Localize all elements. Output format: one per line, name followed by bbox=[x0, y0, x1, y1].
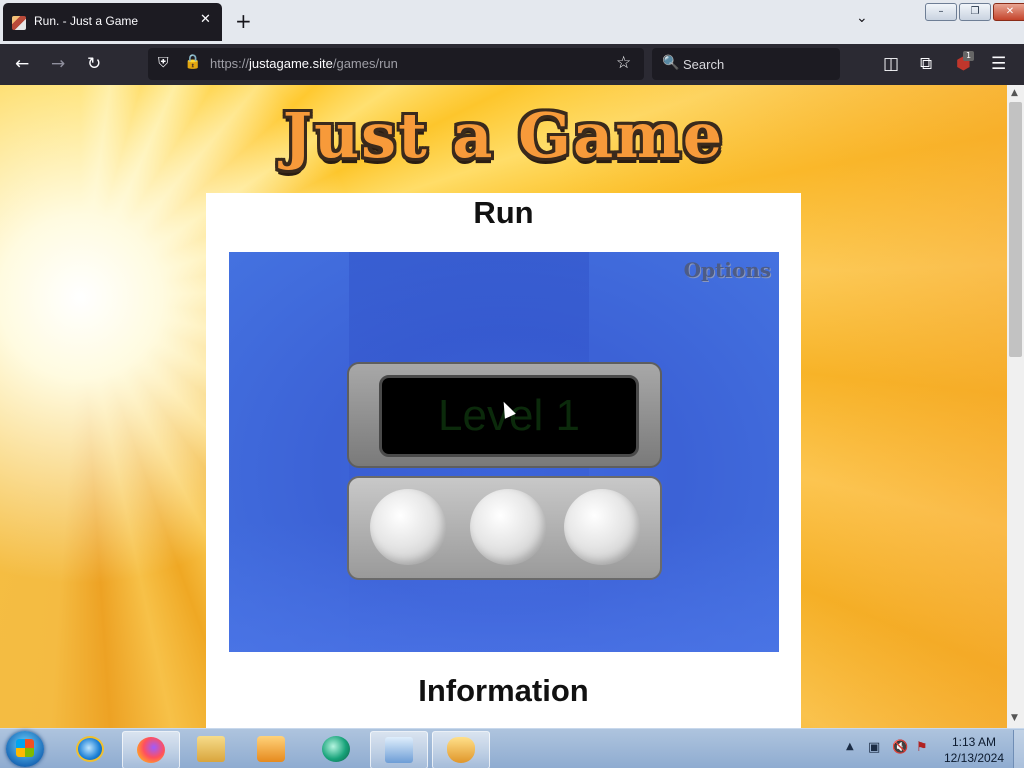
scroll-up-arrow-icon[interactable]: ▲ bbox=[1011, 88, 1018, 98]
search-icon: 🔍 bbox=[662, 55, 680, 71]
level-screen: Level 1 bbox=[379, 375, 639, 457]
page-viewport: Just a Game Run Options Level 1 Informat… bbox=[0, 85, 1007, 728]
control-panel-icon bbox=[385, 737, 413, 763]
start-light bbox=[370, 489, 446, 565]
url-path: /games/run bbox=[332, 56, 398, 71]
list-tabs-chevron-icon[interactable]: ⌄ bbox=[856, 10, 868, 26]
game-canvas[interactable]: Options Level 1 bbox=[229, 252, 779, 652]
new-tab-button[interactable]: + bbox=[235, 9, 252, 33]
url-host: justagame.site bbox=[249, 56, 333, 71]
windows-logo-icon bbox=[16, 739, 34, 757]
tab-bar: Run. - Just a Game ✕ + ⌄ – ❐ ✕ bbox=[0, 0, 1024, 44]
search-input[interactable]: 🔍 Search bbox=[652, 48, 840, 80]
screen: Run. - Just a Game ✕ + ⌄ – ❐ ✕ ← → ↻ ⛨ 🔒… bbox=[0, 0, 1024, 768]
url-scheme: https:// bbox=[210, 56, 250, 71]
taskbar-app-teal[interactable] bbox=[308, 731, 364, 767]
site-favicon-icon bbox=[12, 16, 26, 30]
window-controls: – ❐ ✕ bbox=[925, 3, 1024, 21]
pocket-icon[interactable]: ◫ bbox=[883, 54, 899, 74]
taskbar: ▲ ▣ 🔇 ⚑ 1:13 AM 12/13/2024 bbox=[0, 728, 1024, 768]
taskbar-media-player[interactable] bbox=[243, 731, 299, 767]
taskbar-control-panel[interactable] bbox=[370, 731, 428, 768]
navigation-toolbar: ← → ↻ ⛨ 🔒 https://justagame.site/games/r… bbox=[0, 44, 1024, 85]
shield-app-icon bbox=[447, 737, 475, 763]
bookmark-star-icon[interactable]: ☆ bbox=[616, 53, 631, 73]
back-arrow-icon[interactable]: ← bbox=[15, 54, 29, 74]
tracking-protection-shield-icon[interactable]: ⛨ bbox=[158, 55, 169, 71]
internet-explorer-icon bbox=[76, 736, 104, 762]
volume-muted-icon[interactable]: 🔇 bbox=[892, 740, 908, 755]
taskbar-file-explorer[interactable] bbox=[183, 731, 239, 767]
reload-icon[interactable]: ↻ bbox=[87, 54, 101, 74]
scrollbar-thumb[interactable] bbox=[1009, 102, 1022, 357]
network-icon[interactable]: ▣ bbox=[868, 740, 880, 755]
page-title: Run bbox=[473, 195, 534, 230]
clock-date: 12/13/2024 bbox=[943, 751, 1005, 765]
folder-icon bbox=[197, 736, 225, 762]
show-desktop-button[interactable] bbox=[1013, 730, 1024, 768]
forward-arrow-icon[interactable]: → bbox=[51, 54, 65, 74]
start-light bbox=[564, 489, 640, 565]
action-center-flag-icon[interactable]: ⚑ bbox=[916, 740, 928, 755]
lock-icon[interactable]: 🔒 bbox=[184, 54, 201, 70]
taskbar-firefox[interactable] bbox=[122, 731, 180, 768]
logo-text: Just a Game bbox=[282, 99, 725, 172]
information-heading: Information bbox=[418, 673, 589, 708]
ublock-count-badge: 1 bbox=[963, 51, 974, 61]
content-panel: Run Options Level 1 Information bbox=[206, 193, 801, 728]
close-window-button[interactable]: ✕ bbox=[993, 3, 1024, 21]
page-scrollbar[interactable]: ▲ ▼ bbox=[1007, 85, 1024, 728]
taskbar-internet-explorer[interactable] bbox=[62, 731, 118, 767]
system-clock[interactable]: 1:13 AM 12/13/2024 bbox=[938, 734, 1010, 766]
start-lights-panel bbox=[347, 476, 662, 580]
media-player-icon bbox=[257, 736, 285, 762]
restore-button[interactable]: ❐ bbox=[959, 3, 991, 21]
address-bar[interactable]: ⛨ 🔒 https://justagame.site/games/run ☆ bbox=[148, 48, 644, 80]
level-display-panel: Level 1 bbox=[347, 362, 662, 468]
start-button[interactable] bbox=[6, 731, 44, 767]
start-light bbox=[470, 489, 546, 565]
firefox-icon bbox=[137, 737, 165, 763]
app-menu-hamburger-icon[interactable]: ☰ bbox=[991, 54, 1006, 74]
site-logo[interactable]: Just a Game bbox=[0, 99, 1007, 172]
tab-run[interactable]: Run. - Just a Game ✕ bbox=[3, 3, 222, 41]
taskbar-security-app[interactable] bbox=[432, 731, 490, 768]
close-tab-icon[interactable]: ✕ bbox=[200, 12, 211, 27]
show-hidden-icons-arrow-icon[interactable]: ▲ bbox=[846, 741, 854, 752]
teal-app-icon bbox=[322, 736, 350, 762]
options-button[interactable]: Options bbox=[684, 258, 771, 282]
tab-title: Run. - Just a Game bbox=[34, 14, 139, 28]
clock-time: 1:13 AM bbox=[951, 735, 997, 749]
scroll-down-arrow-icon[interactable]: ▼ bbox=[1011, 713, 1018, 723]
extensions-puzzle-icon[interactable]: ⧉ bbox=[920, 54, 932, 74]
url-text[interactable]: https://justagame.site/games/run bbox=[210, 56, 398, 71]
search-placeholder: Search bbox=[683, 57, 725, 72]
minimize-button[interactable]: – bbox=[925, 3, 957, 21]
